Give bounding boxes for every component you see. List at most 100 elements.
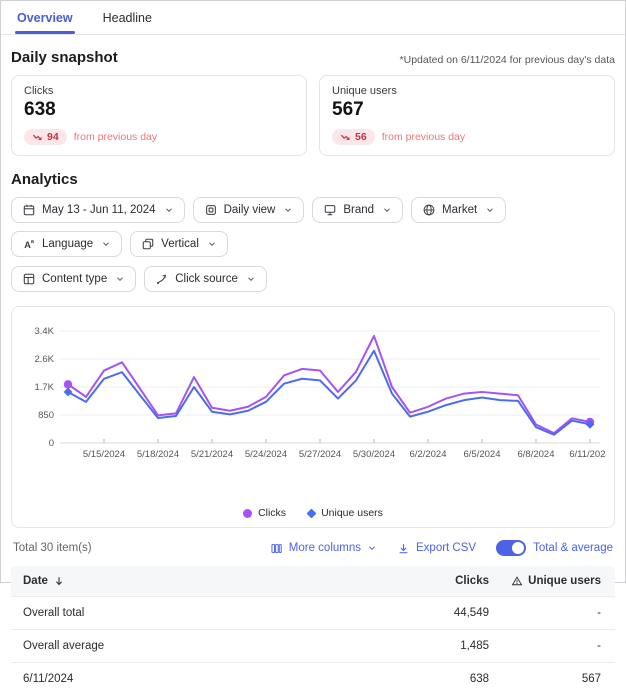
- brand-icon: [323, 203, 337, 217]
- svg-text:0: 0: [49, 438, 54, 449]
- top-tab-bar: Overview Headline: [1, 1, 625, 35]
- filter-chip-market[interactable]: Market: [411, 197, 506, 223]
- cell-unique-users: -: [489, 640, 601, 652]
- table-row: Overall total44,549-: [11, 596, 615, 629]
- filter-chip-label: Content type: [42, 273, 107, 285]
- clicks-card-label: Clicks: [24, 85, 294, 97]
- legend-item-clicks: Clicks: [243, 507, 286, 519]
- vertical-icon: [141, 237, 155, 251]
- daily-snapshot-title: Daily snapshot: [11, 49, 118, 66]
- analytics-chart-card: 0 850 1.7K 2.6K 3.4K 5/15/2024 5/18/2024 5/21/2…: [11, 306, 615, 528]
- cell-clicks: 638: [359, 673, 489, 685]
- table-toolbar: Total 30 item(s) More columns Export CSV…: [11, 540, 615, 556]
- cell-date: Overall total: [23, 607, 359, 619]
- cell-date: Overall average: [23, 640, 359, 652]
- export-csv-label: Export CSV: [416, 542, 476, 554]
- filter-row-1: May 13 - Jun 11, 2024 Daily view Brand Mark…: [11, 197, 615, 257]
- filter-chip-label: Language: [42, 238, 93, 250]
- table-header-row: Date Clicks Unique users: [11, 566, 615, 596]
- cell-unique-users: -: [489, 607, 601, 619]
- filter-chip-label: Click source: [175, 273, 238, 285]
- svg-text:5/21/2024: 5/21/2024: [191, 449, 233, 460]
- cell-clicks: 44,549: [359, 607, 489, 619]
- language-icon: [22, 237, 36, 251]
- column-header-clicks[interactable]: Clicks: [359, 575, 489, 587]
- unique-users-card-value: 567: [332, 99, 602, 121]
- trend-down-icon: [32, 132, 43, 143]
- filter-chip-click-source[interactable]: Click source: [144, 266, 267, 292]
- chevron-down-icon: [367, 543, 377, 553]
- unique-users-delta-suffix: from previous day: [382, 131, 465, 143]
- content-type-icon: [22, 272, 36, 286]
- chevron-down-icon: [207, 239, 217, 249]
- filter-chip-vertical[interactable]: Vertical: [130, 231, 228, 257]
- column-header-unique-users[interactable]: Unique users: [489, 575, 601, 587]
- tab-headline[interactable]: Headline: [101, 3, 154, 34]
- chevron-down-icon: [283, 205, 293, 215]
- filter-chip-brand[interactable]: Brand: [312, 197, 403, 223]
- toggle-switch[interactable]: [496, 540, 526, 556]
- analytics-dashboard: { "tabs": [ { "label": "Overview", "acti…: [0, 0, 626, 583]
- trend-down-icon: [340, 132, 351, 143]
- warning-icon: [511, 575, 523, 587]
- svg-text:5/15/2024: 5/15/2024: [83, 449, 125, 460]
- filter-chip-daily-view[interactable]: Daily view: [193, 197, 305, 223]
- legend-item-unique-users: Unique users: [308, 507, 383, 519]
- table-row: Overall average1,485-: [11, 629, 615, 662]
- svg-text:3.4K: 3.4K: [34, 326, 54, 337]
- total-average-label: Total & average: [533, 542, 613, 554]
- analytics-title: Analytics: [11, 171, 615, 188]
- unique-users-delta-value: 56: [355, 131, 367, 143]
- svg-text:5/24/2024: 5/24/2024: [245, 449, 287, 460]
- svg-text:850: 850: [38, 410, 54, 421]
- chart-legend: Clicks Unique users: [22, 507, 604, 519]
- chevron-down-icon: [115, 274, 125, 284]
- analytics-line-chart: 0 850 1.7K 2.6K 3.4K 5/15/2024 5/18/2024 5/21/2…: [22, 319, 604, 504]
- legend-label: Clicks: [258, 507, 286, 519]
- chevron-down-icon: [485, 205, 495, 215]
- svg-text:5/18/2024: 5/18/2024: [137, 449, 179, 460]
- sort-descending-icon: [53, 575, 65, 587]
- click-source-icon: [155, 272, 169, 286]
- filter-chip-language[interactable]: Language: [11, 231, 122, 257]
- clicks-delta-badge: 94: [24, 129, 67, 145]
- updated-note: *Updated on 6/11/2024 for previous day's…: [400, 54, 615, 66]
- tab-overview[interactable]: Overview: [15, 3, 75, 34]
- table-row: 6/11/2024638567: [11, 662, 615, 695]
- chevron-down-icon: [382, 205, 392, 215]
- filter-row-2: Content type Click source: [11, 266, 615, 292]
- snapshot-cards: Clicks 638 94 from previous day Unique u…: [11, 75, 615, 156]
- legend-label: Unique users: [321, 507, 383, 519]
- svg-text:6/5/2024: 6/5/2024: [464, 449, 501, 460]
- svg-text:1.7K: 1.7K: [34, 382, 54, 393]
- filter-chip-label: May 13 - Jun 11, 2024: [42, 204, 156, 216]
- unique-users-card-label: Unique users: [332, 85, 602, 97]
- main-content: Daily snapshot *Updated on 6/11/2024 for…: [1, 35, 625, 695]
- chevron-down-icon: [101, 239, 111, 249]
- analytics-table: Date Clicks Unique users Overall total44…: [11, 566, 615, 695]
- unique-users-header-label: Unique users: [528, 575, 601, 587]
- filter-chip-label: Vertical: [161, 238, 199, 250]
- more-columns-button[interactable]: More columns: [270, 542, 377, 555]
- svg-text:6/2/2024: 6/2/2024: [410, 449, 447, 460]
- filter-chip-may-13-jun-11-2024[interactable]: May 13 - Jun 11, 2024: [11, 197, 185, 223]
- column-header-date[interactable]: Date: [23, 575, 359, 587]
- table-body: Overall total44,549-Overall average1,485…: [11, 596, 615, 695]
- chevron-down-icon: [246, 274, 256, 284]
- filter-chip-label: Market: [442, 204, 477, 216]
- filter-chip-label: Daily view: [224, 204, 276, 216]
- legend-circle-swatch: [243, 509, 252, 518]
- svg-text:2.6K: 2.6K: [34, 354, 54, 365]
- clicks-card: Clicks 638 94 from previous day: [11, 75, 307, 156]
- download-icon: [397, 542, 410, 555]
- total-average-toggle[interactable]: Total & average: [496, 540, 613, 556]
- more-columns-label: More columns: [289, 542, 361, 554]
- unique-users-delta-badge: 56: [332, 129, 375, 145]
- svg-text:5/27/2024: 5/27/2024: [299, 449, 341, 460]
- svg-text:5/30/2024: 5/30/2024: [353, 449, 395, 460]
- calendar-icon: [22, 203, 36, 217]
- filter-chip-content-type[interactable]: Content type: [11, 266, 136, 292]
- export-csv-button[interactable]: Export CSV: [397, 542, 476, 555]
- svg-text:6/11/2024: 6/11/2024: [569, 449, 606, 460]
- total-items-summary: Total 30 item(s): [13, 542, 92, 554]
